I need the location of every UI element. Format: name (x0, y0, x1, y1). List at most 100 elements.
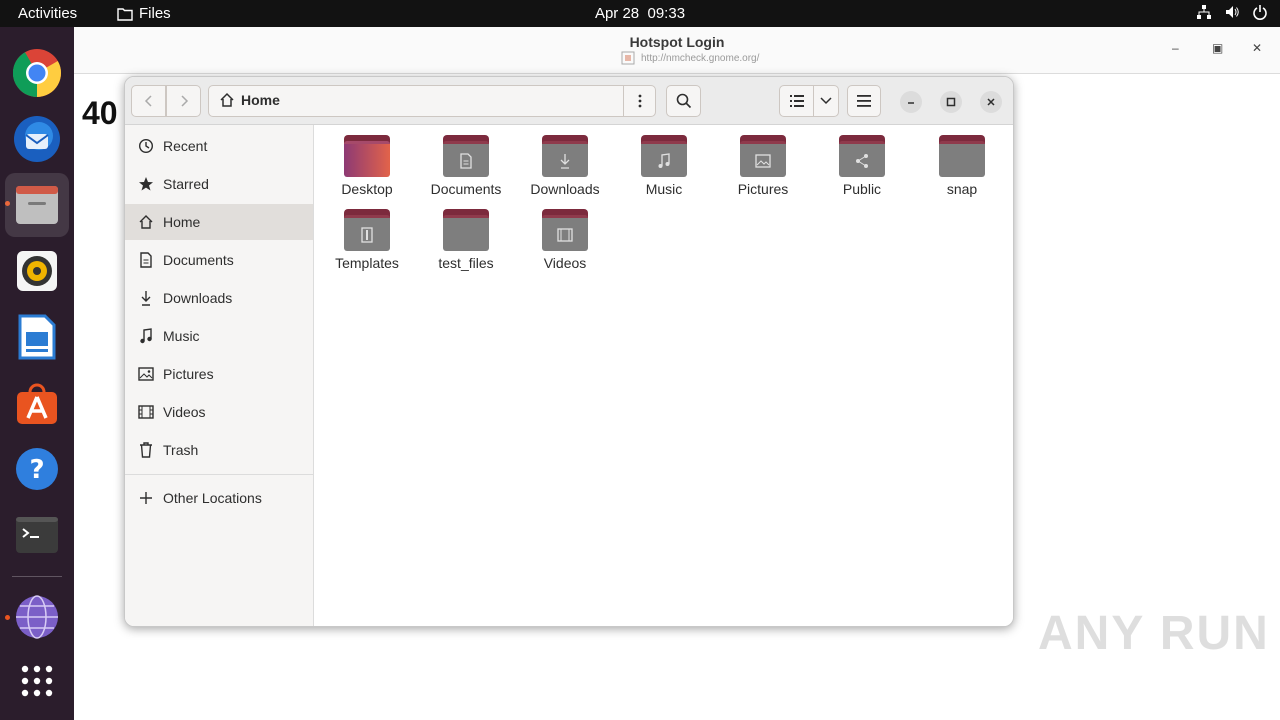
folder-label: test_files (438, 255, 494, 271)
dock: ? (0, 27, 74, 720)
view-options-button[interactable] (813, 85, 839, 117)
dock-terminal[interactable] (5, 503, 69, 567)
sidebar-item-label: Starred (163, 176, 209, 192)
folder-icon (443, 209, 489, 251)
dock-thunderbird[interactable] (5, 107, 69, 171)
folder-item-videos[interactable]: Videos (519, 209, 611, 279)
volume-icon (1226, 6, 1239, 18)
dock-app-center[interactable] (5, 371, 69, 435)
folder-item-documents[interactable]: Documents (420, 135, 512, 205)
show-apps-icon (21, 665, 53, 697)
document-icon (140, 252, 152, 268)
maximize-button[interactable]: ▣ (1212, 41, 1223, 55)
downloads-folder-icon (542, 135, 588, 177)
search-button[interactable] (666, 85, 701, 117)
sidebar-item-recent[interactable]: Recent (125, 128, 313, 164)
sidebar-item-music[interactable]: Music (125, 318, 313, 354)
path-bar[interactable]: Home (208, 85, 656, 117)
close-button[interactable] (980, 91, 1002, 113)
chevron-left-icon (144, 95, 152, 107)
sidebar-item-label: Downloads (163, 290, 233, 306)
star-icon (139, 177, 153, 191)
app-menu-label: Files (139, 5, 171, 22)
sidebar-item-starred[interactable]: Starred (125, 166, 313, 202)
dock-show-apps[interactable] (5, 649, 69, 713)
power-icon (1253, 5, 1267, 20)
clock-date: Apr 28 (594, 5, 640, 22)
sidebar-item-videos[interactable]: Videos (125, 394, 313, 430)
url-label: http://nmcheck.gnome.org/ (621, 51, 759, 65)
chevron-right-icon (180, 95, 188, 107)
forward-button[interactable] (166, 85, 201, 117)
folder-item-public[interactable]: Public (816, 135, 908, 205)
page-heading: 40 (82, 95, 118, 131)
trash-icon (140, 442, 152, 458)
sidebar-item-other-locations[interactable]: Other Locations (125, 480, 313, 516)
close-icon (987, 98, 995, 106)
folder-item-desktop[interactable]: Desktop (321, 135, 413, 205)
pictures-folder-icon (740, 135, 786, 177)
main-menu-button[interactable] (847, 85, 881, 117)
dock-separator (12, 576, 62, 577)
help-icon: ? (16, 448, 58, 490)
sidebar-item-trash[interactable]: Trash (125, 432, 313, 468)
music-icon (140, 328, 152, 344)
folder-label: snap (946, 181, 978, 197)
folder-item-downloads[interactable]: Downloads (519, 135, 611, 205)
folder-label: Public (842, 181, 882, 197)
dock-chrome[interactable] (5, 41, 69, 105)
page-icon (621, 51, 635, 65)
sidebar-item-label: Recent (163, 138, 208, 154)
home-icon (220, 92, 234, 107)
vertical-dots-icon (638, 94, 641, 108)
system-tray[interactable] (1196, 4, 1268, 20)
search-icon (676, 93, 691, 109)
sidebar-item-label: Pictures (163, 366, 214, 382)
path-menu-button[interactable] (623, 86, 655, 116)
dock-help[interactable]: ? (5, 437, 69, 501)
folder-icon (117, 7, 133, 21)
videos-folder-icon (542, 209, 588, 251)
home-icon (139, 215, 153, 229)
templates-folder-icon (344, 209, 390, 251)
sidebar-item-downloads[interactable]: Downloads (125, 280, 313, 316)
dock-rhythmbox[interactable] (5, 239, 69, 303)
folder-item-music[interactable]: Music (618, 135, 710, 205)
documents-folder-icon (443, 135, 489, 177)
folder-label: Videos (543, 255, 587, 271)
sidebar-item-pictures[interactable]: Pictures (125, 356, 313, 392)
dock-files[interactable] (5, 173, 69, 237)
list-view-icon (789, 95, 804, 107)
sidebar-item-home[interactable]: Home (125, 204, 313, 240)
watermark: ANY RUN (1038, 606, 1270, 661)
minimize-button[interactable]: – (1172, 41, 1179, 55)
desktop-folder-icon (344, 135, 390, 177)
view-toggle-button[interactable] (779, 85, 814, 117)
back-button[interactable] (131, 85, 166, 117)
maximize-button[interactable] (940, 91, 962, 113)
dock-network-browser[interactable] (5, 585, 69, 649)
folder-icon (939, 135, 985, 177)
app-menu[interactable]: Files (117, 5, 171, 22)
path-home-label: Home (241, 92, 280, 108)
close-button[interactable]: ✕ (1252, 41, 1262, 55)
clock-icon (138, 138, 154, 154)
sidebar-item-documents[interactable]: Documents (125, 242, 313, 278)
sidebar-item-label: Music (163, 328, 200, 344)
activities-button[interactable]: Activities (18, 5, 77, 22)
folder-item-pictures[interactable]: Pictures (717, 135, 809, 205)
clock-button[interactable]: Apr 28 09:33 (595, 5, 685, 22)
terminal-icon (16, 517, 58, 553)
thunderbird-icon (14, 116, 60, 162)
folder-item-snap[interactable]: snap (916, 135, 1008, 205)
dock-writer[interactable] (5, 305, 69, 369)
clock-time: 09:33 (647, 5, 686, 22)
files-headerbar: Home (125, 77, 1013, 125)
minimize-button[interactable] (900, 91, 922, 113)
folder-label: Desktop (341, 181, 393, 197)
folder-label: Documents (430, 181, 502, 197)
folder-item-templates[interactable]: Templates (321, 209, 413, 279)
sidebar-item-label: Other Locations (163, 490, 262, 506)
path-home-button[interactable]: Home (219, 92, 280, 108)
folder-item-test-files[interactable]: test_files (420, 209, 512, 279)
